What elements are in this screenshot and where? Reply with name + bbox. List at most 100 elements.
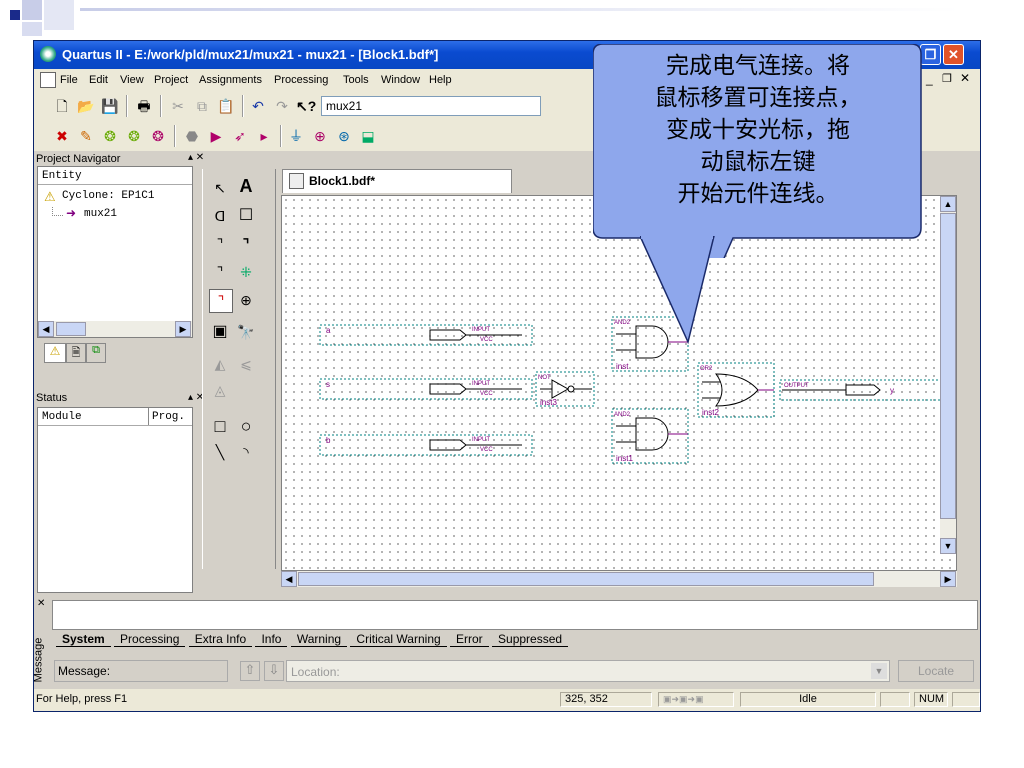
input-pin-b[interactable]: b INPUT VCC [319,434,533,456]
timing-analyzer-icon[interactable]: ⊕ [310,126,330,146]
chip-planner-icon[interactable]: ⊛ [334,126,354,146]
navigator-hscroll[interactable]: ◀ ▶ [38,321,192,337]
location-dropdown-icon[interactable]: ▼ [871,663,887,679]
tab-error[interactable]: Error [450,632,489,647]
scroll-left-icon[interactable]: ◀ [38,321,54,337]
symbol-tool-icon[interactable]: ᗡ [209,205,231,227]
block-editor-palette: ↖ A ᗡ ☐ ⌝ ⌝ ⌝ ⁜ ⌝ ⊕ ▣ 🔭 ◭ ⩽ ◬ □ ○ ╲ ◝ [202,169,276,569]
start-compilation-icon[interactable]: ▶ [206,126,226,146]
messages-close-icon[interactable]: ✕ [37,598,45,609]
scroll-right-icon[interactable]: ▶ [175,321,191,337]
document-menu-icon[interactable] [40,72,56,88]
close-button[interactable]: ✕ [943,44,964,65]
previous-message-icon[interactable]: ⇧ [240,661,260,681]
block-tool-icon[interactable]: ☐ [235,205,257,227]
undo-icon[interactable]: ↶ [248,96,268,116]
zoom-tool-icon[interactable]: ⊕ [235,289,257,311]
menu-file[interactable]: File [60,74,78,86]
device-row[interactable]: ⚠ Cyclone: EP1C1 [44,189,194,205]
menu-view[interactable]: View [120,74,144,86]
save-icon[interactable]: 💾 [100,96,120,116]
assignment-pin-icon[interactable]: ✎ [76,126,96,146]
message-field[interactable] [54,660,228,682]
menu-help[interactable]: Help [429,74,452,86]
tab-suppressed[interactable]: Suppressed [492,632,569,647]
orthogonal-bus-icon[interactable]: ⌝ [235,233,257,255]
vscroll-thumb[interactable] [940,213,956,519]
start-timing-icon[interactable]: ▸ [254,126,274,146]
tab-extra-info[interactable]: Extra Info [188,632,253,647]
find-icon[interactable]: 🔭 [235,321,257,343]
rectangle-tool-icon[interactable]: □ [209,415,231,437]
analysis-icon[interactable]: ❂ [100,126,120,146]
arc-tool-icon[interactable]: ◝ [235,441,257,463]
flip-horizontal-icon[interactable]: ◭ [209,353,231,375]
simulator-icon[interactable]: ⏚ [286,126,306,146]
tab-critical-warning[interactable]: Critical Warning [350,632,447,647]
canvas-hscroll[interactable]: ◀ ▶ [281,571,957,587]
oval-tool-icon[interactable]: ○ [235,415,257,437]
menu-assignments[interactable]: Assignments [199,74,262,86]
scroll-thumb[interactable] [56,322,86,336]
next-message-icon[interactable]: ⇩ [264,661,284,681]
open-folder-icon[interactable]: 📂 [76,96,96,116]
selection-tool-icon[interactable]: ↖ [209,177,231,199]
text-tool-icon[interactable]: A [235,175,257,197]
tab-info[interactable]: Info [255,632,288,647]
hierarchy-tab-icon[interactable]: ⚠ [44,343,66,363]
restore-button[interactable]: ❐ [920,44,941,65]
synthesis-icon[interactable]: ❂ [124,126,144,146]
entity-row[interactable]: ➜ mux21 [52,206,192,223]
partial-line-icon[interactable]: ⌝ [209,289,233,313]
locate-button[interactable]: Locate [898,660,974,682]
scroll-up-icon[interactable]: ▲ [940,196,956,212]
and-gate-inst1[interactable]: AND2 inst1 [611,408,689,464]
navigator-close-icon[interactable]: ▴ ✕ [188,152,204,163]
orthogonal-node-icon[interactable]: ⌝ [209,233,231,255]
tab-system[interactable]: System [56,632,111,647]
or-gate-inst2[interactable]: OR2 inst2 [697,362,775,418]
menu-project[interactable]: Project [154,74,188,86]
new-file-icon[interactable]: 🗋 [52,96,72,116]
conduit-tool-icon[interactable]: ⌝ [209,261,231,283]
full-screen-icon[interactable]: ▣ [209,321,231,343]
rotate-icon[interactable]: ◬ [209,379,231,401]
hscroll-left-icon[interactable]: ◀ [281,571,297,587]
output-pin-y[interactable]: OUTPUT y [779,379,942,401]
menu-tools[interactable]: Tools [343,74,369,86]
compiler-tool-icon[interactable]: ✖ [52,126,72,146]
programmer-icon[interactable]: ⬓ [358,126,378,146]
print-icon[interactable]: 🖶 [134,96,154,116]
design-units-tab-icon[interactable]: ⧉ [86,343,106,363]
document-tab[interactable]: Block1.bdf* [282,169,512,193]
redo-icon[interactable]: ↷ [272,96,292,116]
input-pin-s[interactable]: s INPUT VCC [319,378,533,400]
canvas-vscroll[interactable]: ▲ ▼ [940,196,956,554]
tab-processing[interactable]: Processing [114,632,186,647]
project-combo[interactable]: mux21 [321,96,541,116]
menu-processing[interactable]: Processing [274,74,328,86]
mdi-restore-icon[interactable]: ❐ [942,72,952,85]
menu-edit[interactable]: Edit [89,74,108,86]
hscroll-thumb[interactable] [298,572,874,586]
input-pin-a[interactable]: a INPUT VCC [319,324,533,346]
cut-icon[interactable]: ✂ [168,96,188,116]
scroll-down-icon[interactable]: ▼ [940,538,956,554]
not-gate-inst3[interactable]: NOT inst3 [535,371,595,407]
hscroll-right-icon[interactable]: ▶ [940,571,956,587]
start-analysis-icon[interactable]: ➶ [230,126,250,146]
files-tab-icon[interactable]: 🗎 [66,343,86,363]
fitter-icon[interactable]: ❂ [148,126,168,146]
flip-vertical-icon[interactable]: ⩽ [235,353,257,375]
menu-window[interactable]: Window [381,74,420,86]
tab-warning[interactable]: Warning [290,632,348,647]
copy-icon[interactable]: ⧉ [192,96,212,116]
mdi-close-icon[interactable]: ✕ [960,71,970,85]
mdi-minimize-icon[interactable]: _ [926,72,933,86]
context-help-icon[interactable]: ↖? [296,96,316,116]
paste-icon[interactable]: 📋 [216,96,236,116]
line-tool-icon[interactable]: ╲ [209,441,231,463]
location-field[interactable]: Location: ▼ [286,660,890,682]
rubberband-icon[interactable]: ⁜ [235,261,257,283]
stop-icon[interactable]: ⬣ [182,126,202,146]
